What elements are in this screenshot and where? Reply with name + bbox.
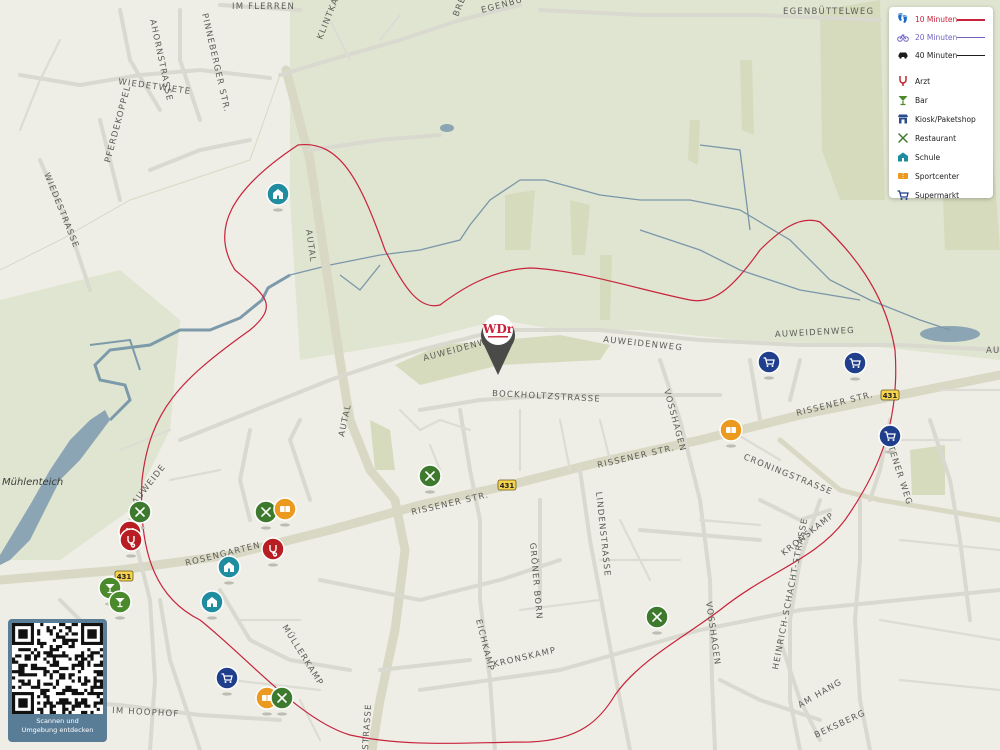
street-label: EGENBÜTTELWEG [783, 6, 874, 17]
ticket-icon [897, 170, 909, 182]
svg-text:431: 431 [117, 573, 132, 581]
qr-code[interactable] [12, 623, 103, 714]
place-label-muehlenteich: Mühlenteich [2, 477, 63, 488]
bicycle-icon [897, 31, 909, 43]
legend-item-40-min[interactable]: 40 Minuten [897, 48, 957, 62]
car-icon [897, 49, 909, 61]
legend-label: 40 Minuten [915, 50, 958, 60]
highway-shield-431-right: 431 [880, 389, 900, 401]
svg-text:431: 431 [883, 392, 898, 400]
school-icon [897, 151, 909, 163]
stethoscope-icon [897, 75, 909, 87]
qr-caption-line: Scannen und [36, 717, 79, 725]
map-canvas[interactable]: 431 431 431 IM FLERREN EGENBÜTTELWEG EGE… [0, 0, 1000, 750]
legend-label: Kiosk/Paketshop [915, 114, 976, 124]
legend-swatch-10-min [957, 19, 985, 21]
legend-label: Restaurant [915, 133, 957, 143]
legend-item-supermarkt[interactable]: Supermarkt [897, 188, 959, 202]
legend-label: 20 Minuten [915, 32, 958, 42]
walking-icon: 👣 [897, 13, 909, 24]
legend-swatch-20-min [957, 37, 985, 38]
legend-item-bar[interactable]: Bar [897, 93, 928, 107]
legend-item-sportcenter[interactable]: Sportcenter [897, 169, 959, 183]
cocktail-icon [897, 94, 909, 106]
qr-caption: Scannen und Umgebung entdecken [8, 717, 107, 735]
legend-item-schule[interactable]: Schule [897, 150, 940, 164]
legend-item-restaurant[interactable]: Restaurant [897, 131, 956, 145]
legend-label: Sportcenter [915, 171, 960, 181]
cart-icon [897, 189, 909, 201]
cutlery-icon [897, 132, 909, 144]
legend-label: Supermarkt [915, 190, 960, 200]
map-legend: 👣 10 Minuten 20 Minuten 40 Minuten Arzt … [889, 7, 993, 200]
svg-text:431: 431 [500, 482, 515, 490]
legend-item-10-min[interactable]: 👣 10 Minuten [897, 12, 957, 26]
street-label: AU [986, 346, 1000, 356]
legend-label: Bar [915, 95, 928, 105]
street-label: IM FLERREN [232, 2, 295, 12]
qr-code-panel[interactable]: Scannen und Umgebung entdecken [8, 619, 107, 742]
legend-label: 10 Minuten [915, 14, 958, 24]
ticket-icon [280, 506, 290, 512]
qr-caption-line: Umgebung entdecken [21, 726, 94, 734]
brand-logo: WDr [482, 322, 514, 336]
legend-item-kiosk[interactable]: Kiosk/Paketshop [897, 112, 976, 126]
legend-item-arzt[interactable]: Arzt [897, 74, 930, 88]
ticket-icon [726, 427, 736, 433]
kiosk-icon [897, 113, 909, 125]
legend-swatch-40-min [957, 55, 985, 56]
legend-label: Schule [915, 152, 941, 162]
legend-label: Arzt [915, 76, 931, 86]
legend-item-20-min[interactable]: 20 Minuten [897, 30, 957, 44]
highway-shield-431-mid: 431 [497, 479, 517, 491]
